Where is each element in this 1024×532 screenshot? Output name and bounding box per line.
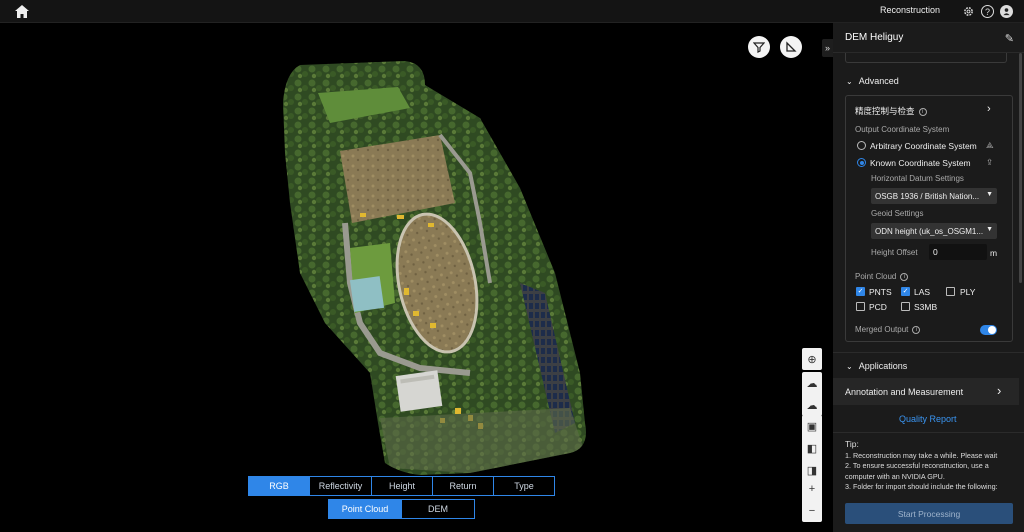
applications-label: Applications bbox=[858, 361, 908, 371]
cloud-download-icon[interactable]: ☁ bbox=[802, 394, 822, 416]
point-cloud-render bbox=[283, 61, 586, 475]
applications-header[interactable]: ⌄ Applications bbox=[846, 361, 907, 371]
horizontal-datum-value: OSGB 1936 / British Nation... bbox=[875, 191, 980, 201]
merged-output-row: Merged Output i bbox=[855, 325, 921, 334]
precision-row[interactable]: 精度控制与检查 i bbox=[855, 105, 927, 117]
pcd-label: PCD bbox=[869, 302, 887, 312]
las-label: LAS bbox=[914, 287, 931, 297]
dropdown-arrow-icon: ▼ bbox=[986, 191, 993, 198]
precision-label: 精度控制与检查 bbox=[855, 106, 915, 116]
settings-icon[interactable] bbox=[962, 5, 975, 18]
tip-block: Tip: 1. Reconstruction may take a while.… bbox=[845, 439, 1015, 493]
chevron-right-icon: › bbox=[997, 383, 1002, 398]
info-icon: i bbox=[900, 272, 909, 281]
chevron-down-icon: ⌄ bbox=[846, 76, 853, 86]
tab-type[interactable]: Type bbox=[494, 477, 554, 495]
tab-return[interactable]: Return bbox=[433, 477, 494, 495]
height-offset-label: Height Offset bbox=[871, 248, 918, 257]
panel-header: DEM Heliguy ✎ bbox=[833, 23, 1024, 53]
cube-icon[interactable]: ◧ bbox=[802, 437, 822, 459]
view-3d-icon[interactable]: ▣ bbox=[802, 415, 822, 437]
user-icon[interactable] bbox=[1000, 5, 1013, 18]
s3mb-checkbox[interactable] bbox=[901, 302, 910, 311]
pencil-icon[interactable]: ✎ bbox=[1005, 32, 1014, 45]
annotation-row[interactable]: Annotation and Measurement › bbox=[833, 378, 1019, 405]
known-label: Known Coordinate System bbox=[870, 158, 971, 168]
tip-line-3: 3. Folder for import should include the … bbox=[845, 482, 998, 491]
output-coord-label: Output Coordinate System bbox=[855, 125, 950, 134]
view-mode-tabs: RGB Reflectivity Height Return Type bbox=[248, 476, 555, 496]
view-tool-group-2: ☁ ☁ bbox=[802, 372, 822, 416]
tip-line-2b: computer with an NVIDIA GPU. bbox=[845, 471, 945, 481]
tab-point-cloud[interactable]: Point Cloud bbox=[329, 500, 402, 518]
tip-line-2a: 2. To ensure successful reconstruction, … bbox=[845, 461, 989, 470]
geoid-select[interactable]: ODN height (uk_os_OSGM1... ▼ bbox=[871, 223, 997, 239]
home-icon[interactable] bbox=[14, 4, 30, 19]
info-icon: i bbox=[912, 325, 921, 334]
zoom-out-icon[interactable]: − bbox=[802, 500, 822, 522]
quality-report-link[interactable]: Quality Report bbox=[899, 414, 957, 424]
filter-icon[interactable] bbox=[748, 36, 770, 58]
pnts-checkbox[interactable]: ✓ bbox=[856, 287, 865, 296]
arbitrary-radio[interactable] bbox=[857, 141, 866, 150]
measure-icon[interactable] bbox=[780, 36, 802, 58]
chevron-down-icon: ⌄ bbox=[846, 361, 853, 371]
dropdown-arrow-icon: ▼ bbox=[986, 226, 993, 233]
point-cloud-viewport[interactable]: » ⊕ ☁ ☁ ▣ ◧ ◨ + − RGB Reflectivity Heigh… bbox=[0, 23, 833, 532]
geoid-value: ODN height (uk_os_OSGM1... bbox=[875, 226, 984, 236]
pnts-label: PNTS bbox=[869, 287, 892, 297]
globe-icon[interactable]: ⊕ bbox=[802, 348, 822, 370]
arbitrary-label: Arbitrary Coordinate System bbox=[870, 141, 977, 151]
merged-output-toggle[interactable] bbox=[980, 325, 997, 335]
cloud-upload-icon[interactable]: ☁ bbox=[802, 372, 822, 394]
view-tool-group-1: ⊕ bbox=[802, 348, 822, 370]
zoom-in-icon[interactable]: + bbox=[802, 478, 822, 500]
point-cloud-label: Point Cloud bbox=[855, 272, 897, 281]
pcd-checkbox[interactable] bbox=[856, 302, 865, 311]
ply-label: PLY bbox=[960, 287, 976, 297]
tab-reflectivity[interactable]: Reflectivity bbox=[310, 477, 372, 495]
start-processing-button[interactable]: Start Processing bbox=[845, 503, 1013, 524]
panel-title: DEM Heliguy bbox=[845, 32, 904, 43]
annotation-label: Annotation and Measurement bbox=[845, 387, 964, 397]
ply-checkbox[interactable] bbox=[946, 287, 955, 296]
tip-title: Tip: bbox=[845, 439, 859, 449]
import-icon[interactable]: ⇪ bbox=[986, 157, 993, 168]
info-icon: i bbox=[918, 107, 927, 116]
tab-height[interactable]: Height bbox=[372, 477, 433, 495]
horizontal-datum-label: Horizontal Datum Settings bbox=[871, 174, 964, 183]
tip-line-1: 1. Reconstruction may take a while. Plea… bbox=[845, 450, 998, 460]
geoid-label: Geoid Settings bbox=[871, 209, 924, 218]
panel-scrollbar[interactable] bbox=[1019, 53, 1022, 283]
height-offset-unit: m bbox=[990, 248, 998, 258]
app-title: Reconstruction bbox=[880, 5, 941, 15]
advanced-header[interactable]: ⌄ Advanced bbox=[846, 76, 899, 86]
tab-rgb[interactable]: RGB bbox=[249, 477, 310, 495]
s3mb-label: S3MB bbox=[914, 302, 938, 312]
help-icon[interactable]: ? bbox=[981, 5, 994, 18]
advanced-label: Advanced bbox=[858, 76, 899, 86]
point-cloud-row: Point Cloud i bbox=[855, 272, 909, 281]
known-radio[interactable] bbox=[857, 158, 866, 167]
horizontal-datum-select[interactable]: OSGB 1936 / British Nation... ▼ bbox=[871, 188, 997, 204]
axis-icon: ⟁ bbox=[986, 140, 994, 150]
view-tool-group-3: ▣ ◧ ◨ bbox=[802, 415, 822, 481]
las-checkbox[interactable]: ✓ bbox=[901, 287, 910, 296]
chevron-right-icon[interactable]: › bbox=[987, 103, 991, 115]
merged-output-label: Merged Output bbox=[855, 325, 909, 334]
previous-section-box bbox=[845, 53, 1007, 63]
zoom-controls: + − bbox=[802, 478, 822, 522]
collapse-panel-button[interactable]: » bbox=[822, 39, 833, 57]
top-bar: Reconstruction ? bbox=[0, 0, 1024, 23]
tab-dem[interactable]: DEM bbox=[402, 500, 474, 518]
data-mode-tabs: Point Cloud DEM bbox=[328, 499, 475, 519]
divider bbox=[833, 352, 1024, 353]
divider bbox=[833, 432, 1024, 433]
height-offset-input[interactable]: 0 bbox=[929, 244, 987, 260]
